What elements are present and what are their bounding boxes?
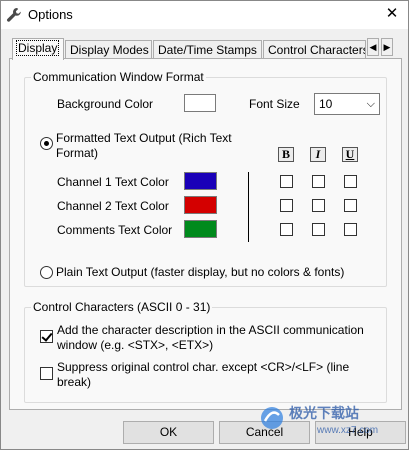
display-tab-panel: Communication Window Format Background C… bbox=[9, 58, 402, 410]
title-bar: Options ✕ bbox=[1, 1, 408, 29]
tab-scroll-right-button[interactable]: ▶ bbox=[381, 38, 393, 56]
font-size-label: Font Size bbox=[249, 97, 300, 111]
channel1-color-label: Channel 1 Text Color bbox=[57, 175, 169, 189]
channel1-italic-checkbox[interactable] bbox=[312, 175, 325, 188]
watermark-logo-icon bbox=[261, 407, 283, 429]
font-size-select[interactable]: 10 ⌵ bbox=[314, 93, 380, 115]
channel2-italic-checkbox[interactable] bbox=[312, 199, 325, 212]
arrow-right-icon: ▶ bbox=[383, 42, 391, 52]
suppress-control-char-checkbox[interactable] bbox=[40, 367, 53, 380]
watermark-text: 极光下载站 bbox=[289, 405, 359, 421]
comments-color-label: Comments Text Color bbox=[57, 223, 173, 237]
formatted-text-label-line2: Format) bbox=[56, 146, 98, 160]
channel1-color-swatch[interactable] bbox=[184, 172, 217, 190]
add-char-description-line2: window (e.g. <STX>, <ETX>) bbox=[57, 338, 214, 352]
tab-date-time-stamps[interactable]: Date/Time Stamps bbox=[153, 40, 262, 59]
channel1-bold-checkbox[interactable] bbox=[280, 175, 293, 188]
tab-strip: Display Display Modes Date/Time Stamps C… bbox=[9, 38, 402, 60]
comments-italic-checkbox[interactable] bbox=[312, 223, 325, 236]
chevron-down-icon: ⌵ bbox=[366, 98, 375, 110]
close-button[interactable]: ✕ bbox=[376, 1, 408, 27]
channel1-underline-checkbox[interactable] bbox=[344, 175, 357, 188]
comm-window-format-group: Communication Window Format Background C… bbox=[24, 70, 387, 287]
suppress-control-char-line1: Suppress original control char. except <… bbox=[57, 360, 350, 374]
channel2-color-label: Channel 2 Text Color bbox=[57, 199, 169, 213]
channel2-color-swatch[interactable] bbox=[184, 196, 217, 214]
channel2-bold-checkbox[interactable] bbox=[280, 199, 293, 212]
close-icon: ✕ bbox=[385, 5, 399, 22]
separator-line bbox=[248, 172, 249, 242]
italic-icon: I bbox=[310, 147, 326, 162]
comments-color-swatch[interactable] bbox=[184, 220, 217, 238]
add-char-description-line1: Add the character description in the ASC… bbox=[57, 323, 364, 337]
plain-text-label: Plain Text Output (faster display, but n… bbox=[56, 265, 345, 279]
comments-bold-checkbox[interactable] bbox=[280, 223, 293, 236]
underline-icon: U bbox=[342, 147, 358, 162]
channel2-underline-checkbox[interactable] bbox=[344, 199, 357, 212]
plain-text-radio[interactable] bbox=[40, 266, 53, 279]
control-characters-group: Control Characters (ASCII 0 - 31) Add th… bbox=[24, 300, 387, 403]
background-color-label: Background Color bbox=[57, 97, 154, 111]
tab-display[interactable]: Display bbox=[12, 38, 64, 60]
background-color-swatch[interactable] bbox=[184, 94, 216, 112]
group-title: Control Characters (ASCII 0 - 31) bbox=[31, 300, 213, 314]
formatted-text-label-line1: Formatted Text Output (Rich Text bbox=[56, 131, 232, 145]
formatted-text-radio[interactable] bbox=[40, 137, 53, 150]
bold-icon: B bbox=[278, 147, 294, 162]
ok-button[interactable]: OK bbox=[123, 421, 214, 444]
suppress-control-char-line2: break) bbox=[57, 375, 92, 389]
tab-scroll-left-button[interactable]: ◀ bbox=[367, 38, 379, 56]
wrench-icon bbox=[7, 8, 21, 22]
tab-control-characters[interactable]: Control Characters bbox=[263, 40, 366, 59]
options-dialog: Options ✕ Display Display Modes Date/Tim… bbox=[0, 0, 409, 450]
comments-underline-checkbox[interactable] bbox=[344, 223, 357, 236]
group-title: Communication Window Format bbox=[31, 70, 206, 84]
tab-display-modes[interactable]: Display Modes bbox=[65, 40, 152, 59]
add-char-description-checkbox[interactable] bbox=[40, 330, 53, 343]
window-title: Options bbox=[28, 7, 73, 22]
watermark-url: www.xz7.com bbox=[317, 425, 379, 436]
arrow-left-icon: ◀ bbox=[369, 42, 377, 52]
